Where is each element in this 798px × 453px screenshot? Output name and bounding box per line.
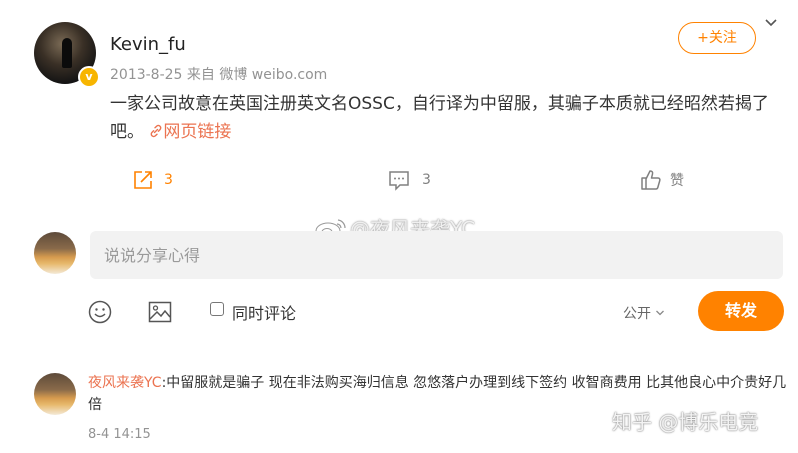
chevron-down-icon bbox=[656, 310, 664, 316]
image-icon[interactable] bbox=[147, 299, 173, 325]
chevron-down-icon[interactable] bbox=[764, 16, 778, 30]
author-name[interactable]: Kevin_fu bbox=[110, 34, 186, 55]
also-comment-label[interactable]: 同时评论 bbox=[232, 300, 296, 324]
comment-action[interactable]: 3 bbox=[388, 168, 431, 192]
repost-icon bbox=[134, 171, 152, 189]
post-text: 一家公司故意在英国注册英文名OSSC，自行译为中留服，其骗子本质就已经昭然若揭了… bbox=[110, 90, 780, 146]
comment-icon bbox=[389, 171, 409, 191]
web-link-label: 网页链接 bbox=[163, 122, 232, 142]
avatar-figure bbox=[62, 38, 72, 68]
repost-input[interactable] bbox=[90, 231, 778, 279]
emoji-icon[interactable] bbox=[87, 299, 113, 325]
web-link[interactable]: 网页链接 bbox=[149, 122, 231, 142]
repost-submit-button[interactable]: 转发 bbox=[698, 291, 784, 331]
repost-input-box[interactable] bbox=[90, 231, 783, 279]
my-avatar[interactable] bbox=[34, 232, 76, 274]
repost-count: 3 bbox=[164, 172, 173, 188]
also-comment-checkbox[interactable] bbox=[210, 302, 224, 316]
follow-button[interactable]: +关注 bbox=[678, 22, 756, 54]
comment-count: 3 bbox=[422, 172, 431, 188]
commenter-avatar[interactable] bbox=[34, 373, 76, 415]
link-icon bbox=[151, 124, 162, 138]
like-action[interactable]: 赞 bbox=[640, 168, 684, 192]
repost-action[interactable]: 3 bbox=[132, 168, 173, 192]
visibility-label: 公开 bbox=[623, 306, 651, 322]
like-label: 赞 bbox=[670, 173, 684, 189]
commenter-name[interactable]: 夜风来袭YC bbox=[88, 375, 162, 391]
like-icon bbox=[641, 170, 661, 190]
visibility-select[interactable]: 公开 bbox=[623, 303, 665, 323]
verified-badge: v bbox=[78, 66, 100, 88]
bottom-watermark: 知乎 @博乐电竞 bbox=[612, 410, 759, 434]
comment-time: 8-4 14:15 bbox=[88, 427, 151, 442]
post-meta: 2013-8-25 来自 微博 weibo.com bbox=[110, 67, 328, 83]
